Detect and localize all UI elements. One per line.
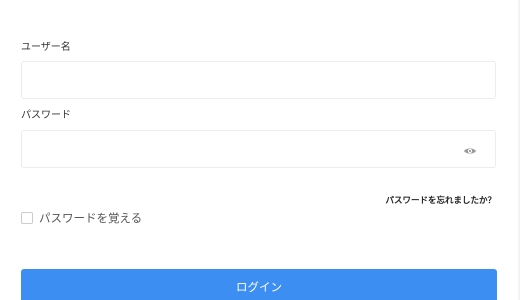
password-label: パスワード [21,110,71,121]
password-field-container [21,130,496,168]
eye-icon[interactable] [463,143,477,157]
forgot-password-link[interactable]: パスワードを忘れましたか？ [385,194,496,206]
login-page: ユーザー名 パスワード パスワードを忘れましたか？ パスワードを覚える ログイン [0,0,520,300]
username-label: ユーザー名 [21,42,71,53]
remember-password-checkbox[interactable] [21,212,33,224]
remember-password-option[interactable]: パスワードを覚える [21,210,142,226]
remember-password-label: パスワードを覚える [39,211,143,225]
username-field-container [21,61,496,99]
username-input[interactable] [22,62,495,98]
login-button[interactable]: ログイン [21,269,497,300]
password-input[interactable] [22,131,495,167]
